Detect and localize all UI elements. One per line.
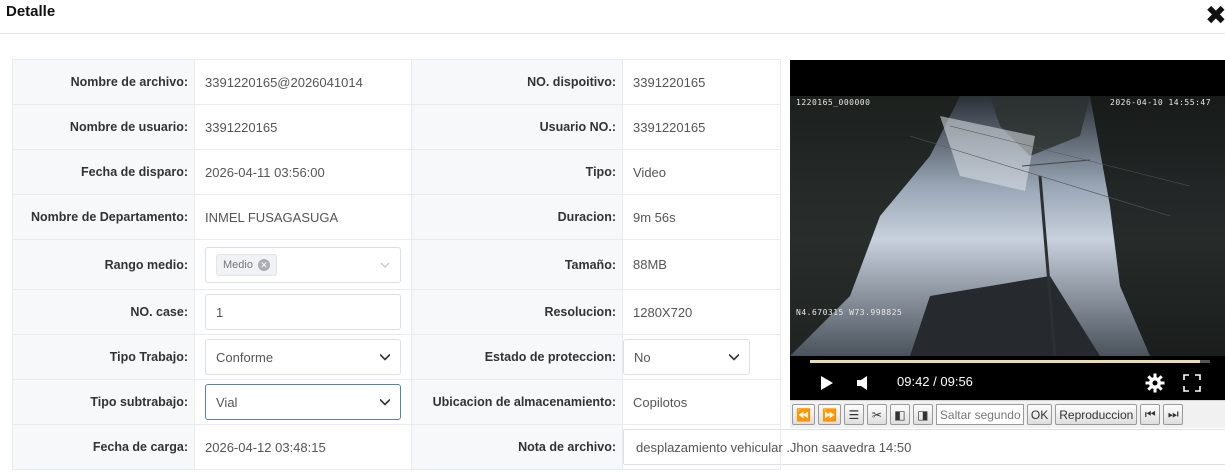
table-row: Tipo subtrabajo: Vial Ubicacion de almac… bbox=[12, 379, 781, 425]
label-duracion: Duracion: bbox=[411, 194, 623, 240]
value-ubicacion: Copilotos bbox=[622, 379, 781, 425]
scissors-icon[interactable]: ✂ bbox=[866, 404, 887, 425]
value-nombre-archivo: 3391220165@2026041014 bbox=[194, 59, 412, 105]
seek-bar-fill bbox=[810, 360, 1201, 363]
volume-icon[interactable] bbox=[856, 375, 870, 391]
nota-archivo-input[interactable]: desplazamiento vehicular .Jhon saavedra … bbox=[623, 429, 1225, 465]
player-controls: 09:42 / 09:56 bbox=[790, 368, 1225, 400]
play-icon[interactable] bbox=[820, 375, 834, 391]
rango-medio-select[interactable]: Medio ✕ bbox=[205, 246, 401, 283]
value-tamano: 88MB bbox=[622, 239, 781, 290]
skip-start-icon[interactable]: ⏮ bbox=[1140, 404, 1161, 425]
label-rango-medio: Rango medio: bbox=[12, 239, 195, 290]
table-row: Nombre de Departamento: INMEL FUSAGASUGA… bbox=[12, 194, 781, 240]
fullscreen-icon[interactable] bbox=[1183, 374, 1201, 392]
prev-frame-icon[interactable]: ◧ bbox=[889, 404, 910, 425]
label-nombre-usuario: Nombre de usuario: bbox=[12, 104, 195, 150]
label-ubicacion: Ubicacion de almacenamiento: bbox=[411, 379, 623, 425]
value-usuario-no: 3391220165 bbox=[622, 104, 781, 150]
detail-table: Nombre de archivo: 3391220165@2026041014… bbox=[12, 59, 1225, 470]
playback-button[interactable]: Reproduccion bbox=[1055, 404, 1138, 425]
table-row: NO. case: 1 Resolucion: 1280X720 bbox=[12, 289, 781, 335]
label-no-dispositivo: NO. dispoitivo: bbox=[411, 59, 623, 105]
value-nombre-usuario: 3391220165 bbox=[194, 104, 412, 150]
value-fecha-disparo: 2026-04-11 03:56:00 bbox=[194, 149, 412, 195]
chevron-down-icon bbox=[380, 262, 390, 268]
table-row: Tipo Trabajo: Conforme Estado de protecc… bbox=[12, 334, 781, 380]
table-row: Fecha de disparo: 2026-04-11 03:56:00 Ti… bbox=[12, 149, 781, 195]
label-estado-proteccion: Estado de proteccion: bbox=[411, 334, 623, 380]
chevron-down-icon bbox=[380, 353, 390, 361]
estado-proteccion-value: No bbox=[634, 349, 651, 365]
tipo-subtrabajo-value: Vial bbox=[216, 394, 238, 410]
label-nota-archivo: Nota de archivo: bbox=[411, 424, 623, 470]
label-usuario-no: Usuario NO.: bbox=[411, 104, 623, 150]
rewind-icon[interactable]: ⏪ bbox=[792, 404, 815, 425]
gear-icon[interactable] bbox=[1145, 373, 1165, 393]
video-frame[interactable]: 1220165_000000 2026-04-10 14:55:47 N4.67… bbox=[790, 96, 1225, 356]
video-player[interactable]: 1220165_000000 2026-04-10 14:55:47 N4.67… bbox=[790, 60, 1225, 400]
label-nombre-archivo: Nombre de archivo: bbox=[12, 59, 195, 105]
tipo-trabajo-value: Conforme bbox=[216, 349, 274, 365]
tipo-trabajo-select[interactable]: Conforme bbox=[205, 339, 401, 375]
dialog-header: Detalle ✖ bbox=[0, 0, 1225, 34]
table-row: Nombre de archivo: 3391220165@2026041014… bbox=[12, 59, 781, 105]
label-tipo-trabajo: Tipo Trabajo: bbox=[12, 334, 195, 380]
label-fecha-carga: Fecha de carga: bbox=[12, 424, 195, 470]
time-readout: 09:42 / 09:56 bbox=[897, 374, 973, 389]
osd-device-id: 1220165_000000 bbox=[796, 98, 871, 107]
label-departamento: Nombre de Departamento: bbox=[12, 194, 195, 240]
player-toolbar: ⏪ ⏩ ☰ ✂ ◧ ◨ Saltar segundo OK Reproducci… bbox=[790, 400, 1225, 428]
chevron-down-icon bbox=[380, 398, 390, 406]
table-row: Rango medio: Medio ✕ Tamaño: 88MB bbox=[12, 239, 781, 290]
value-resolucion: 1280X720 bbox=[622, 289, 781, 335]
table-row: Nombre de usuario: 3391220165 Usuario NO… bbox=[12, 104, 781, 150]
ok-button[interactable]: OK bbox=[1026, 404, 1053, 425]
value-duracion: 9m 56s bbox=[622, 194, 781, 240]
no-case-input[interactable]: 1 bbox=[205, 294, 401, 330]
table-row: Fecha de carga: 2026-04-12 03:48:15 Nota… bbox=[12, 424, 1225, 470]
osd-datetime: 2026-04-10 14:55:47 bbox=[1110, 98, 1212, 107]
value-no-dispositivo: 3391220165 bbox=[622, 59, 781, 105]
tag-medio: Medio ✕ bbox=[216, 253, 277, 276]
next-frame-icon[interactable]: ◨ bbox=[912, 404, 933, 425]
value-departamento: INMEL FUSAGASUGA bbox=[194, 194, 412, 240]
seek-bar[interactable] bbox=[810, 360, 1210, 363]
seek-seconds-input[interactable]: Saltar segundo bbox=[935, 404, 1024, 425]
estado-proteccion-select[interactable]: No bbox=[623, 339, 750, 375]
value-tipo: Video bbox=[622, 149, 781, 195]
label-fecha-disparo: Fecha de disparo: bbox=[12, 149, 195, 195]
label-tipo-subtrabajo: Tipo subtrabajo: bbox=[12, 379, 195, 425]
skip-end-icon[interactable]: ⏭ bbox=[1163, 404, 1184, 425]
value-fecha-carga: 2026-04-12 03:48:15 bbox=[194, 424, 412, 470]
close-icon[interactable]: ✖ bbox=[1205, 2, 1225, 28]
fast-forward-icon[interactable]: ⏩ bbox=[817, 404, 841, 425]
osd-coordinates: N4.670315 W73.998825 bbox=[796, 308, 903, 317]
tag-remove-icon[interactable]: ✕ bbox=[257, 258, 270, 271]
dialog-title: Detalle bbox=[6, 3, 56, 20]
list-icon[interactable]: ☰ bbox=[843, 404, 864, 425]
label-tamano: Tamaño: bbox=[411, 239, 623, 290]
video-scene bbox=[790, 96, 1225, 356]
label-tipo: Tipo: bbox=[411, 149, 623, 195]
tag-label: Medio bbox=[223, 258, 253, 271]
label-resolucion: Resolucion: bbox=[411, 289, 623, 335]
chevron-down-icon bbox=[729, 353, 739, 361]
tipo-subtrabajo-select[interactable]: Vial bbox=[205, 384, 401, 420]
label-no-case: NO. case: bbox=[12, 289, 195, 335]
